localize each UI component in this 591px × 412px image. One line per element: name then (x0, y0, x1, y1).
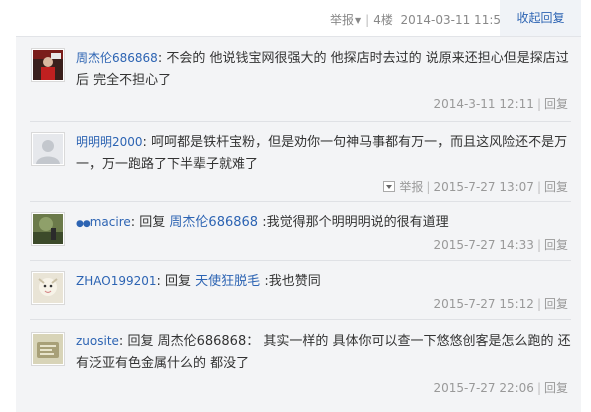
report-link[interactable]: 举报 (330, 13, 354, 27)
reply-footer: 2015-7-27 15:12 | 回复 (433, 295, 568, 312)
floor-number: 4楼 (373, 13, 393, 27)
reply-timestamp: 2015-7-27 15:12 (433, 297, 534, 311)
username-link[interactable]: ●●macire (76, 215, 131, 229)
username-link[interactable]: 周杰伦686868 (76, 51, 158, 65)
floor-header: 举报▼ | 4楼 2014-03-11 11:55 收起回复 (0, 0, 591, 36)
avatar-image (33, 50, 63, 80)
reply-content: ●●macire: 回复 周杰伦686868 :我觉得那个明明明说的很有道理 (76, 215, 449, 230)
avatar[interactable] (31, 212, 65, 246)
reply-button[interactable]: 回复 (544, 97, 568, 111)
chevron-down-icon[interactable]: ▼ (355, 16, 361, 25)
avatar[interactable] (31, 271, 65, 305)
divider (30, 121, 571, 122)
reply-target-link[interactable]: 周杰伦686868 (169, 215, 258, 230)
divider (30, 201, 571, 202)
reply-content: zuosite: 回复 周杰伦686868： 其实一样的 具体你可以查一下悠悠创… (76, 334, 571, 371)
username-link[interactable]: ZHAO199201 (76, 274, 157, 288)
avatar-image (33, 214, 63, 244)
reply-button[interactable]: 回复 (544, 297, 568, 311)
reply-footer: 2015-7-27 22:06 | 回复 (433, 379, 568, 396)
floor-meta: 举报▼ | 4楼 2014-03-11 11:55 (330, 11, 509, 28)
reply-content: ZHAO199201: 回复 天使狂脱毛 :我也赞同 (76, 274, 321, 289)
reply-button[interactable]: 回复 (544, 238, 568, 252)
avatar[interactable] (31, 48, 65, 82)
avatar[interactable] (31, 332, 65, 366)
reply-content: 明明明2000: 呵呵都是铁杆宝粉，但是劝你一句神马事都有万一，而且这风险还不是… (76, 135, 568, 172)
separator: | (536, 381, 541, 395)
report-link[interactable]: 举报 (399, 180, 423, 194)
reply-prefix: 回复 (127, 334, 154, 349)
separator: | (536, 97, 541, 111)
separator: | (536, 180, 541, 194)
divider (30, 260, 571, 261)
reply-footer: 举报 | 2015-7-27 13:07 | 回复 (383, 178, 568, 195)
reply-timestamp: 2014-3-11 12:11 (433, 97, 534, 111)
divider (30, 319, 571, 320)
reply-panel: 周杰伦686868: 不会的 他说钱宝网很强大的 他探店时去过的 说原来还担心但… (16, 36, 581, 412)
avatar-image (33, 273, 63, 303)
reply-text: :我也赞同 (264, 274, 321, 289)
reply-button[interactable]: 回复 (544, 381, 568, 395)
reply-footer: 2014-3-11 12:11 | 回复 (433, 95, 568, 112)
reply-text: :我觉得那个明明明说的很有道理 (262, 215, 449, 230)
reply-target-link[interactable]: 天使狂脱毛 (195, 274, 260, 289)
eyes-icon: ●● (76, 219, 91, 229)
separator: | (426, 180, 431, 194)
floor-timestamp: 2014-03-11 11:55 (400, 13, 509, 27)
reply-timestamp: 2015-7-27 22:06 (433, 381, 534, 395)
separator: | (536, 297, 541, 311)
collapse-replies-button[interactable]: 收起回复 (500, 0, 581, 36)
reply-timestamp: 2015-7-27 13:07 (433, 180, 534, 194)
separator: | (365, 13, 370, 27)
dropdown-icon[interactable] (383, 181, 396, 192)
avatar[interactable] (31, 132, 65, 166)
reply-prefix: 回复 (165, 274, 192, 289)
reply-prefix: 回复 (139, 215, 166, 230)
default-avatar-icon (33, 134, 63, 164)
username-link[interactable]: zuosite (76, 334, 119, 348)
reply-content: 周杰伦686868: 不会的 他说钱宝网很强大的 他探店时去过的 说原来还担心但… (76, 51, 569, 88)
reply-timestamp: 2015-7-27 14:33 (433, 238, 534, 252)
username-link[interactable]: 明明明2000 (76, 135, 143, 149)
reply-footer: 2015-7-27 14:33 | 回复 (433, 236, 568, 253)
avatar-image (33, 334, 63, 364)
reply-button[interactable]: 回复 (544, 180, 568, 194)
reply-text: 呵呵都是铁杆宝粉，但是劝你一句神马事都有万一，而且这风险还不是万一，万一跑路了下… (76, 135, 568, 172)
separator: | (536, 238, 541, 252)
